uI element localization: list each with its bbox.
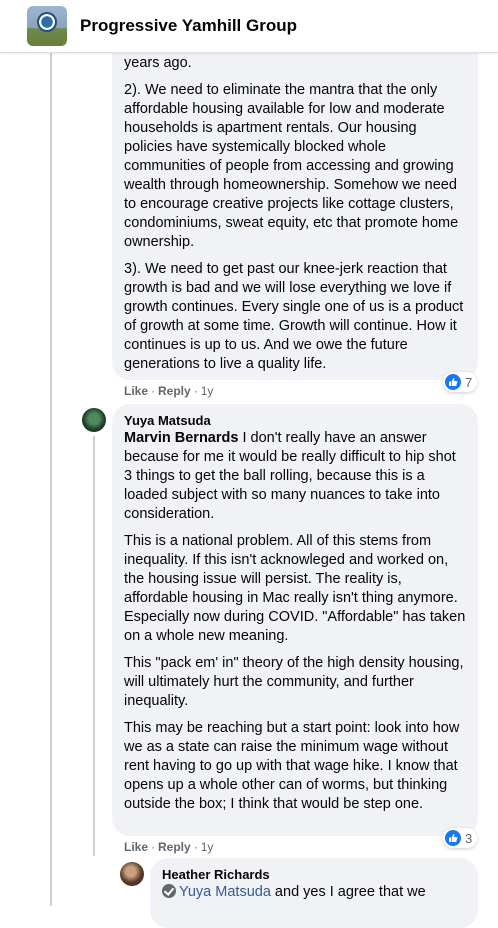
group-seal-icon [37, 12, 57, 32]
separator: · [193, 384, 198, 398]
like-action[interactable]: Like [124, 840, 148, 854]
reaction-number: 3 [465, 830, 473, 846]
thumbs-up-icon [445, 374, 461, 390]
avatar[interactable] [120, 862, 144, 886]
comment-actions: Like · Reply · 1y [124, 384, 213, 398]
group-avatar[interactable] [27, 6, 67, 46]
comment-bubble: Yuya Matsuda Marvin Bernards I don't rea… [112, 404, 478, 836]
like-action[interactable]: Like [124, 384, 148, 398]
comment-author[interactable]: Yuya Matsuda [124, 412, 466, 429]
separator: · [151, 840, 156, 854]
comment-text: This "pack em' in" theory of the high de… [124, 655, 464, 709]
comment-text: This is a national problem. All of this … [124, 533, 466, 644]
comment-author[interactable]: Heather Richards [162, 866, 466, 883]
group-header: Progressive Yamhill Group [0, 0, 498, 53]
comment-text: and yes I agree that we [270, 884, 426, 900]
top-contributor-icon [162, 884, 176, 898]
avatar[interactable] [82, 408, 106, 432]
comment-bubble: Heather Richards Yuya Matsuda and yes I … [150, 858, 478, 928]
comment-bubble: years ago. 2). We need to eliminate the … [112, 36, 478, 380]
reaction-count[interactable]: 7 [443, 372, 478, 392]
mention-link[interactable]: Yuya Matsuda [179, 884, 271, 900]
thread-line [50, 52, 52, 906]
timestamp[interactable]: 1y [201, 384, 214, 398]
comment-text: 3). We need to get past our knee-jerk re… [124, 261, 464, 372]
reply-action[interactable]: Reply [158, 840, 191, 854]
thread-line [93, 436, 95, 856]
reaction-number: 7 [465, 374, 473, 390]
comment-actions: Like · Reply · 1y [124, 840, 213, 854]
comment-text: This may be reaching but a start point: … [124, 720, 460, 812]
separator: · [193, 840, 198, 854]
comment-text: 2). We need to eliminate the mantra that… [124, 82, 459, 250]
mention-link[interactable]: Marvin Bernards [124, 430, 238, 446]
timestamp[interactable]: 1y [201, 840, 214, 854]
reaction-count[interactable]: 3 [443, 828, 478, 848]
comment-text: years ago. [124, 55, 192, 71]
reply-action[interactable]: Reply [158, 384, 191, 398]
separator: · [151, 384, 156, 398]
group-title[interactable]: Progressive Yamhill Group [80, 16, 297, 36]
thumbs-up-icon [445, 830, 461, 846]
